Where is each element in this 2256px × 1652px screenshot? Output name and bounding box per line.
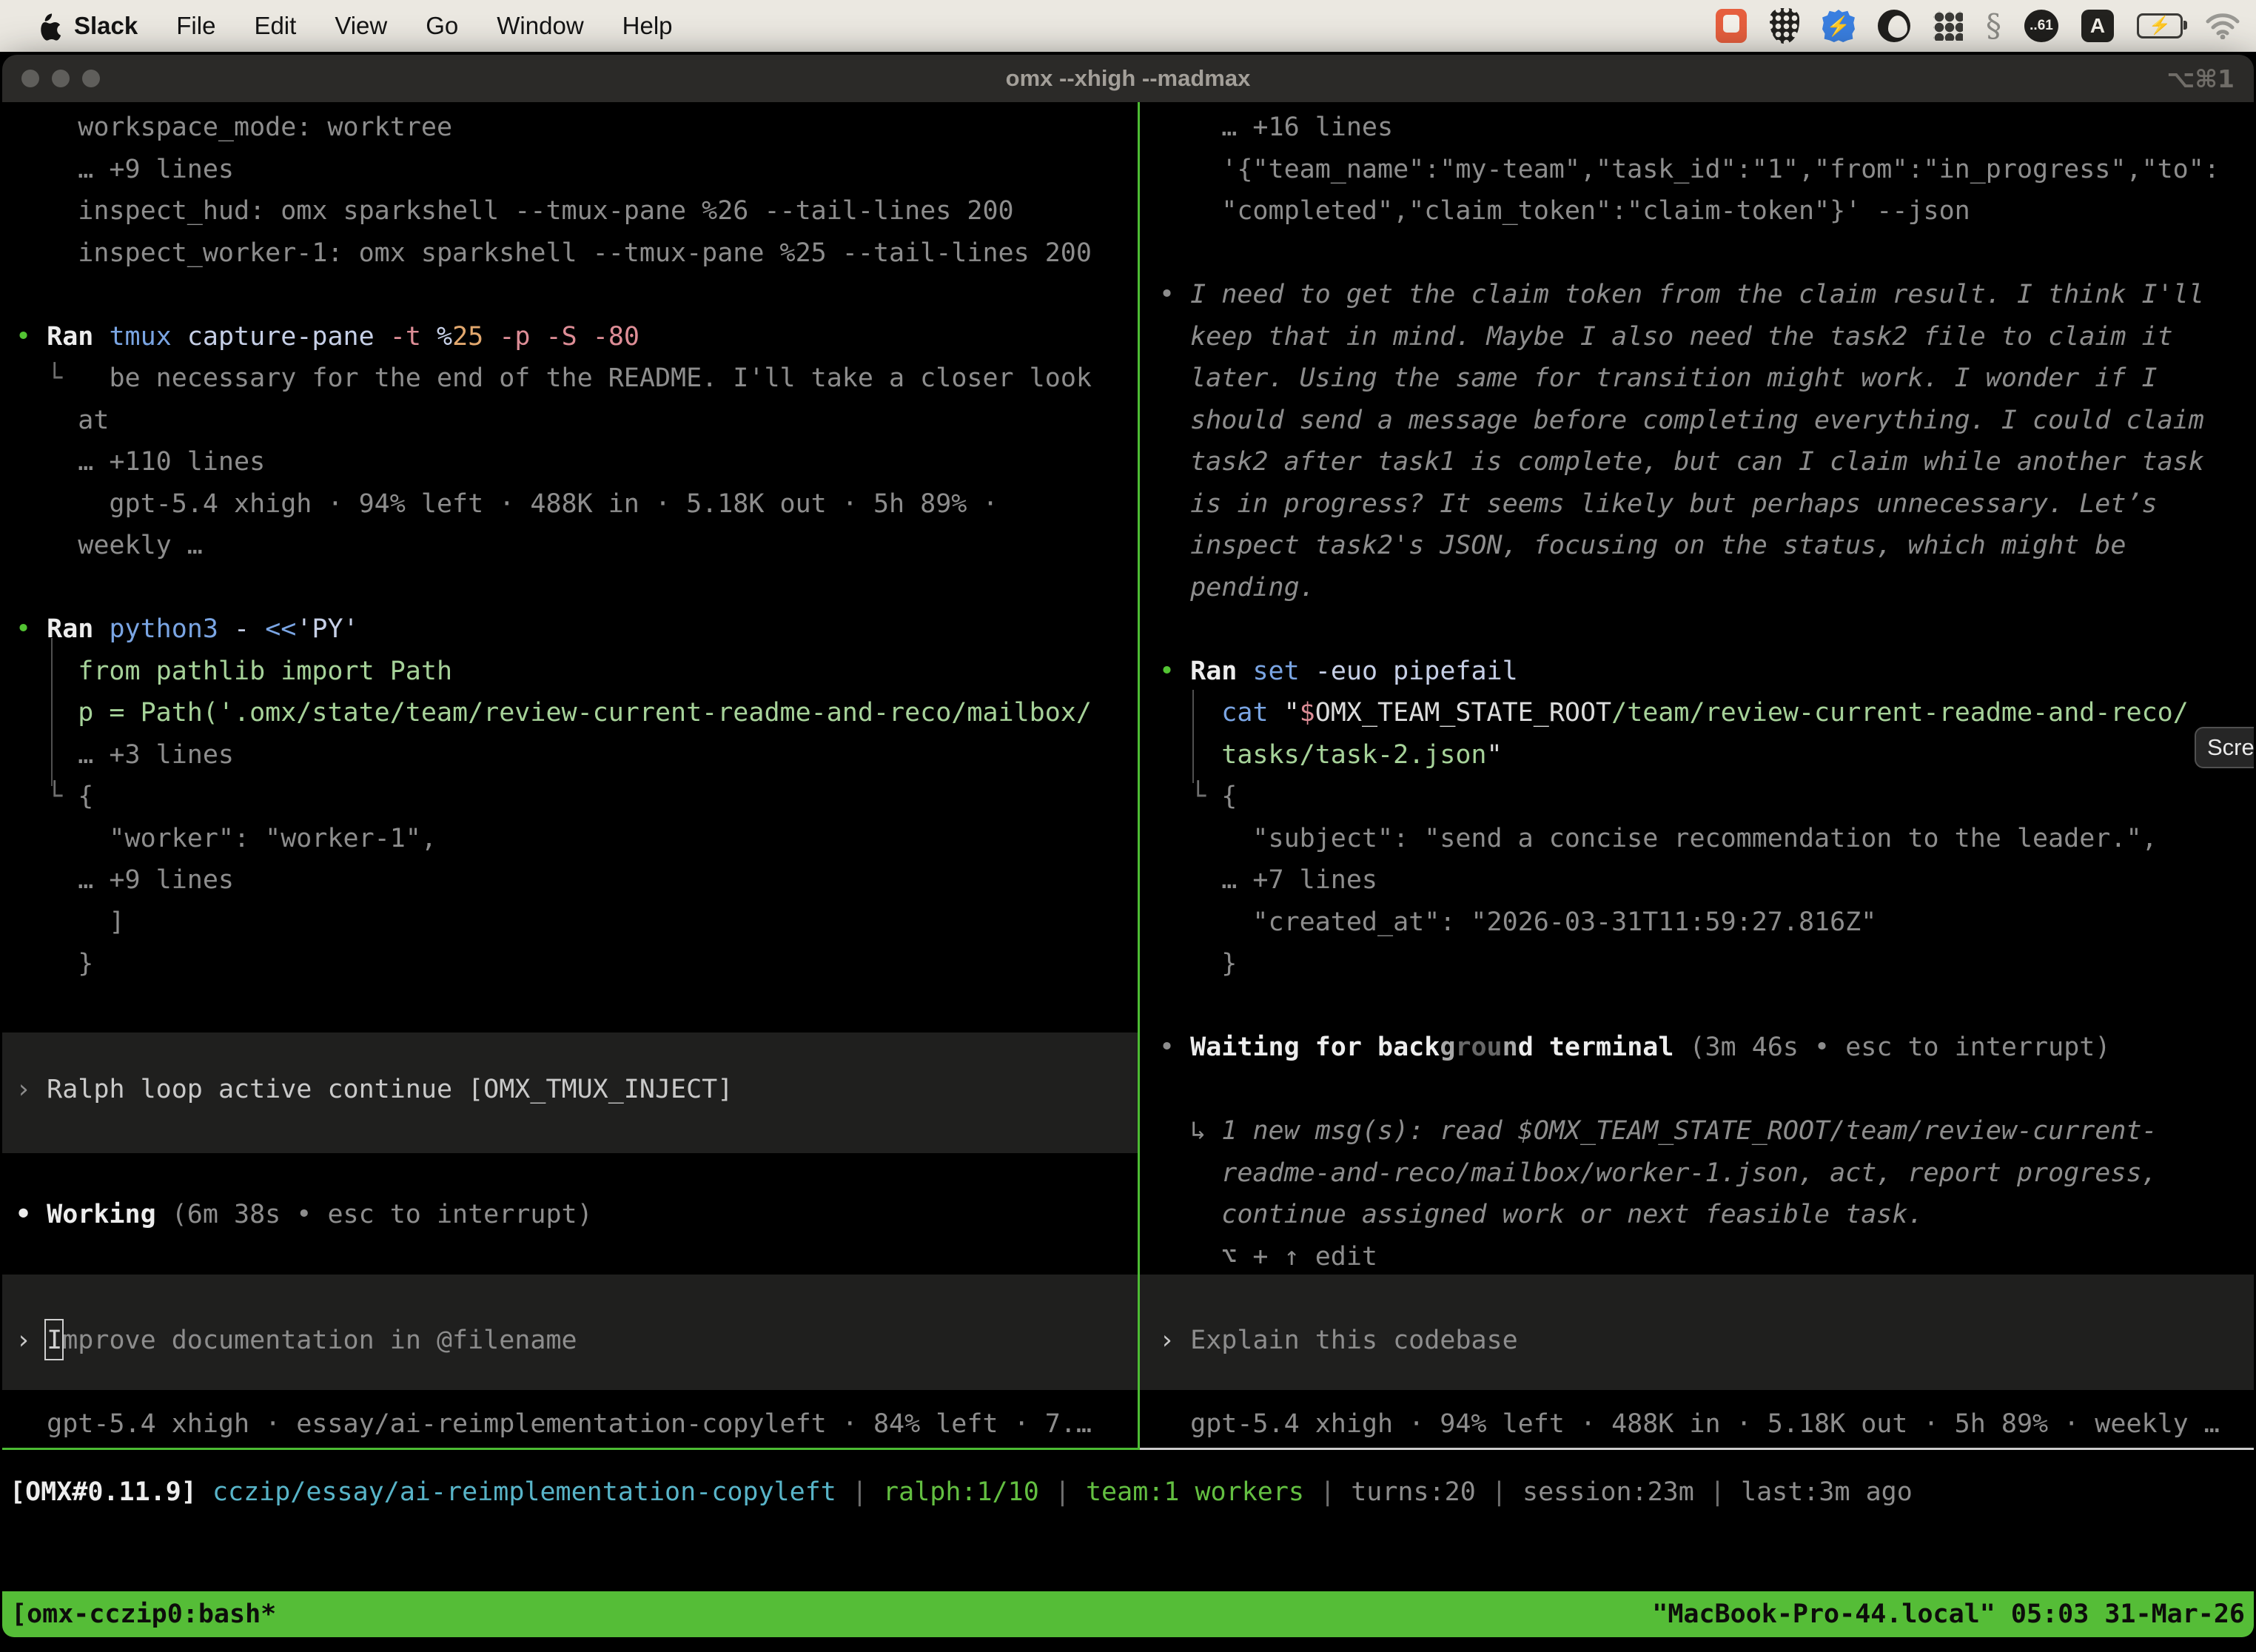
left-pane-buffer[interactable]: workspace_mode: worktree … +9 lines insp… xyxy=(2,104,1138,1449)
terminal-row: "completed","claim_token":"claim-token"}… xyxy=(1159,196,1970,226)
window-shortcut-badge: ⌥⌘1 xyxy=(2166,55,2235,102)
terminal-row: weekly … xyxy=(16,531,203,560)
menu-item-go[interactable]: Go xyxy=(426,12,458,40)
app-menus: Slack File Edit View Go Window Help xyxy=(74,12,673,40)
dots-grid-icon[interactable] xyxy=(1933,11,1963,41)
terminal-row: pending. xyxy=(1159,573,1315,602)
terminal-row: • Waiting for background terminal (3m 46… xyxy=(1159,1032,2110,1062)
terminal-row: cat "$OMX_TEAM_STATE_ROOT/team/review-cu… xyxy=(1159,698,2189,728)
terminal-row: … +9 lines xyxy=(16,865,234,895)
omx-status-line: [OMX#0.11.9] cczip/essay/ai-reimplementa… xyxy=(2,1471,2254,1513)
terminal-row: } xyxy=(1159,949,1237,978)
screen-mirroring-icon[interactable] xyxy=(1716,9,1747,43)
tooltip-label: Scre xyxy=(2207,734,2254,761)
terminal-row: • Ran tmux capture-pane -t %25 -p -S -80 xyxy=(16,322,639,352)
left-pane-border xyxy=(2,1448,1140,1450)
tmux-host-clock: "MacBook-Pro-44.local" 05:03 31-Mar-26 xyxy=(1652,1599,2245,1629)
screen: Slack File Edit View Go Window Help ⚡ § ..61 A… xyxy=(0,0,2256,1652)
menu-item-window[interactable]: Window xyxy=(497,12,583,40)
terminal-row: p = Path('.omx/state/team/review-current… xyxy=(16,698,1092,728)
shield-grid-icon[interactable] xyxy=(1770,8,1799,44)
screen-tooltip: Scre xyxy=(2195,727,2254,768)
terminal-row: • I need to get the claim token from the… xyxy=(1159,280,2204,309)
terminal-row: readme-and-reco/mailbox/worker-1.json, a… xyxy=(1159,1158,2158,1188)
battery-percent-badge-icon[interactable]: ..61 xyxy=(2024,10,2058,42)
terminal-row: ] xyxy=(16,907,125,937)
terminal-row: tasks/task-2.json" xyxy=(1159,740,1503,770)
terminal-row: from pathlib import Path xyxy=(16,657,452,686)
terminal-row: inspect_hud: omx sparkshell --tmux-pane … xyxy=(16,196,1014,226)
terminal-row: • Working (6m 38s • esc to interrupt) xyxy=(16,1200,593,1229)
terminal-row: later. Using the same for transition mig… xyxy=(1159,363,2158,393)
menu-item-help[interactable]: Help xyxy=(622,12,673,40)
terminal-row: … +9 lines xyxy=(16,155,234,184)
terminal-row: └ be necessary for the end of the README… xyxy=(16,363,1092,393)
terminal-content[interactable]: workspace_mode: worktree … +9 lines insp… xyxy=(2,102,2254,1637)
terminal-row: gpt-5.4 xhigh · essay/ai-reimplementatio… xyxy=(16,1409,1092,1439)
terminal-row: … +7 lines xyxy=(1159,865,1377,895)
menu-item-edit[interactable]: Edit xyxy=(254,12,296,40)
terminal-row: inspect_worker-1: omx sparkshell --tmux-… xyxy=(16,238,1092,268)
menu-item-file[interactable]: File xyxy=(176,12,215,40)
squiggle-icon[interactable]: § xyxy=(1986,10,2001,41)
input-source-icon[interactable]: A xyxy=(2081,10,2114,42)
battery-charging-icon[interactable]: ⚡ xyxy=(2137,13,2183,38)
terminal-row: should send a message before completing … xyxy=(1159,406,2204,435)
terminal-row: "subject": "send a concise recommendatio… xyxy=(1159,824,2158,853)
terminal-row: at xyxy=(16,406,109,435)
terminal-row: is in progress? It seems likely but perh… xyxy=(1159,489,2158,519)
terminal-row: } xyxy=(16,949,93,978)
menu-item-view[interactable]: View xyxy=(335,12,387,40)
terminal-row: workspace_mode: worktree xyxy=(16,113,452,142)
charging-bolt-icon: ⚡ xyxy=(2149,17,2171,35)
wifi-icon[interactable] xyxy=(2206,13,2240,39)
terminal-row: '{"team_name":"my-team","task_id":"1","f… xyxy=(1159,155,2220,184)
terminal-row: keep that in mind. Maybe I also need the… xyxy=(1159,322,2173,352)
menu-item-slack[interactable]: Slack xyxy=(74,12,138,40)
pane-divider[interactable] xyxy=(1138,102,1140,1448)
terminal-row: gpt-5.4 xhigh · 94% left · 488K in · 5.1… xyxy=(16,489,998,519)
terminal-row: └ { xyxy=(16,782,93,811)
terminal-row: • Ran set -euo pipefail xyxy=(1159,657,1518,686)
messenger-icon[interactable]: ⚡ xyxy=(1822,10,1855,42)
window-title: omx --xhigh --madmax xyxy=(2,55,2254,102)
right-pane-buffer[interactable]: … +16 lines '{"team_name":"my-team","tas… xyxy=(1146,104,2254,1449)
terminal-window: omx --xhigh --madmax ⌥⌘1 workspace_mode:… xyxy=(2,55,2254,1637)
dark-mode-moon-icon[interactable] xyxy=(1878,10,1910,42)
terminal-row: … +3 lines xyxy=(16,740,234,770)
terminal-row: › Ralph loop active continue [OMX_TMUX_I… xyxy=(16,1075,733,1104)
terminal-row: gpt-5.4 xhigh · 94% left · 488K in · 5.1… xyxy=(1159,1409,2220,1439)
terminal-row: task2 after task1 is complete, but can I… xyxy=(1159,447,2204,477)
terminal-row: "worker": "worker-1", xyxy=(16,824,437,853)
terminal-row: › Explain this codebase xyxy=(1159,1326,1518,1355)
tmux-session-label[interactable]: [omx-cczip0:bash* xyxy=(11,1599,276,1629)
right-pane-border xyxy=(1140,1448,2254,1450)
terminal-row: … +16 lines xyxy=(1159,113,1393,142)
terminal-row: inspect task2's JSON, focusing on the st… xyxy=(1159,531,2126,560)
menu-bar-status-icons: ⚡ § ..61 A ⚡ xyxy=(1716,8,2240,44)
terminal-row: • Ran python3 - <<'PY' xyxy=(16,614,359,644)
tmux-status-bar[interactable]: [omx-cczip0:bash* "MacBook-Pro-44.local"… xyxy=(2,1591,2254,1637)
terminal-row: ⌥ + ↑ edit xyxy=(1159,1242,1377,1272)
terminal-row: … +110 lines xyxy=(16,447,265,477)
terminal-row: ↳ 1 new msg(s): read $OMX_TEAM_STATE_ROO… xyxy=(1159,1116,2158,1146)
terminal-row: continue assigned work or next feasible … xyxy=(1159,1200,1924,1229)
window-titlebar[interactable]: omx --xhigh --madmax ⌥⌘1 xyxy=(2,55,2254,102)
apple-logo-icon[interactable] xyxy=(36,11,61,41)
terminal-row: › Improve documentation in @filename xyxy=(16,1326,577,1355)
menu-bar: Slack File Edit View Go Window Help ⚡ § ..61 A… xyxy=(0,0,2256,52)
terminal-row: "created_at": "2026-03-31T11:59:27.816Z" xyxy=(1159,907,1876,937)
terminal-row: └ { xyxy=(1159,782,1237,811)
